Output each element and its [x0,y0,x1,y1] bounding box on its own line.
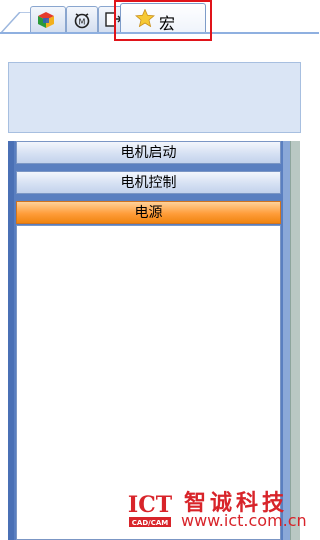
cube-palette-icon [38,12,54,28]
tab-motor[interactable]: M [66,6,98,32]
svg-text:ICT: ICT [128,492,173,518]
watermark-url: www.ict.com.cn [181,511,307,530]
svg-text:CAD/CAM: CAD/CAM [132,519,168,527]
section-motor-start[interactable]: 电机启动 [16,141,281,164]
tab-strip-edge [0,12,34,34]
watermark: ICT CAD/CAM 智诚科技 www.ict.com.cn [127,487,319,533]
motor-icon: M [74,13,90,29]
svg-text:M: M [79,18,86,27]
section-power[interactable]: 电源 [16,201,281,224]
outlook-bar-right-edge [283,141,290,540]
section-motor-control[interactable]: 电机控制 [16,171,281,194]
outlook-bar-edge [8,141,14,540]
ict-logo: ICT CAD/CAM [127,487,173,529]
tab-components[interactable] [30,6,66,32]
highlight-annotation [114,0,212,41]
scrollbar[interactable] [290,141,300,540]
info-panel [8,62,301,133]
